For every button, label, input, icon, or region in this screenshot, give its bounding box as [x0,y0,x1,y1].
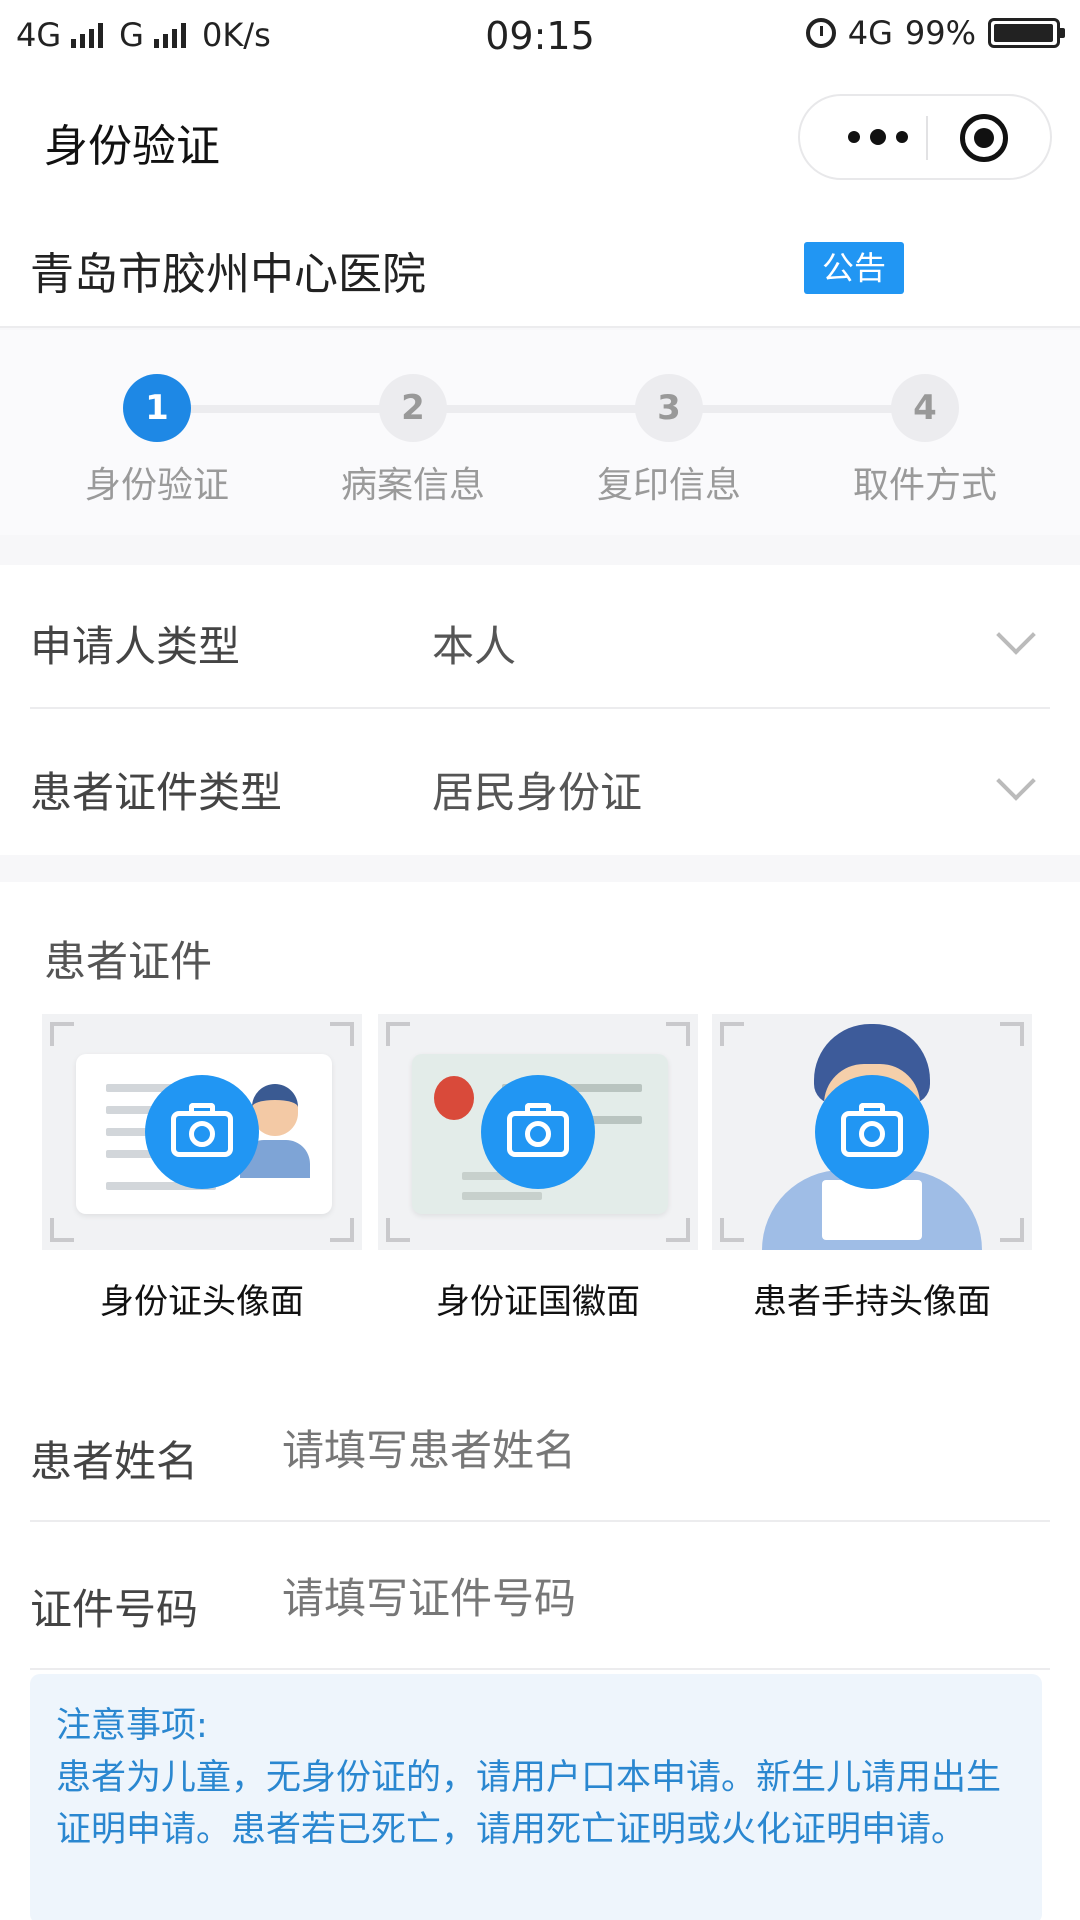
step-number: 3 [635,374,703,442]
patient-name-label: 患者姓名 [30,1437,199,1486]
capsule-divider [926,116,928,160]
applicant-type-value: 本人 [432,622,517,671]
id-type-value: 居民身份证 [432,768,643,817]
patient-name-input[interactable] [282,1420,982,1480]
step-2: 2 病案信息 [313,374,513,508]
id-number-row: 证件号码 [30,1524,1050,1670]
progress-steps: 1 身份验证 2 病案信息 3 复印信息 4 取件方式 [0,330,1080,535]
battery-icon [988,18,1065,48]
nav-bar: 身份验证 [0,72,1080,202]
patient-name-row: 患者姓名 [30,1376,1050,1522]
id-number-label: 证件号码 [30,1585,199,1634]
step-number: 4 [891,374,959,442]
status-right: 4G 99% [805,14,1065,52]
close-target-icon[interactable] [960,114,1008,162]
mini-program-capsule [798,94,1052,180]
steps-connector [157,405,925,413]
upload-id-back[interactable] [378,1014,698,1250]
national-emblem-icon [434,1076,474,1120]
step-label: 复印信息 [596,465,741,506]
camera-icon[interactable] [145,1075,259,1189]
camera-icon[interactable] [481,1075,595,1189]
step-3: 3 复印信息 [569,374,769,508]
step-number: 2 [379,374,447,442]
upload-caption: 身份证头像面 [100,1282,304,1322]
more-options-icon[interactable] [838,96,918,178]
step-label: 病案信息 [340,465,485,506]
hospital-name: 青岛市胶州中心医院 [30,249,426,300]
step-label: 身份验证 [84,465,229,506]
step-1: 1 身份验证 [57,374,257,508]
applicant-type-label: 申请人类型 [30,622,241,671]
step-number: 1 [123,374,191,442]
id-type-label: 患者证件类型 [30,768,283,817]
upload-handheld[interactable] [712,1014,1032,1250]
id-type-select[interactable]: 患者证件类型 居民身份证 [30,711,1050,855]
selection-section: 申请人类型 本人 患者证件类型 居民身份证 [0,565,1080,855]
id-number-input[interactable] [282,1568,982,1628]
hospital-header: 青岛市胶州中心医院 公告 [0,202,1080,328]
upload-id-front[interactable] [42,1014,362,1250]
alarm-icon [805,18,836,48]
announcement-button[interactable]: 公告 [804,242,904,294]
status-bar: 4G G 0K/s 09:15 4G 99% [0,0,1080,72]
applicant-type-select[interactable]: 申请人类型 本人 [30,565,1050,709]
camera-icon[interactable] [815,1075,929,1189]
chevron-down-icon [996,615,1036,655]
chevron-down-icon [996,761,1036,801]
network-type-3: 4G [847,14,893,52]
documents-title: 患者证件 [44,937,213,986]
upload-caption: 患者手持头像面 [753,1282,991,1322]
notice-box: 注意事项: 患者为儿童，无身份证的，请用户口本申请。新生儿请用出生证明申请。患者… [30,1674,1042,1920]
battery-percent: 99% [904,14,976,52]
upload-caption: 身份证国徽面 [436,1282,640,1322]
notice-title: 注意事项: [56,1706,208,1746]
page-title: 身份验证 [44,121,220,172]
battery-fill [994,24,1053,42]
notice-text: 患者为儿童，无身份证的，请用户口本申请。新生儿请用出生证明申请。患者若已死亡，请… [56,1758,1002,1850]
documents-section: 患者证件 身份证头像面 身份证国徽面 患者手持头像面 患者姓名 请填写患者姓名 … [0,882,1080,1920]
step-4: 4 取件方式 [825,374,1025,508]
step-label: 取件方式 [852,465,997,506]
